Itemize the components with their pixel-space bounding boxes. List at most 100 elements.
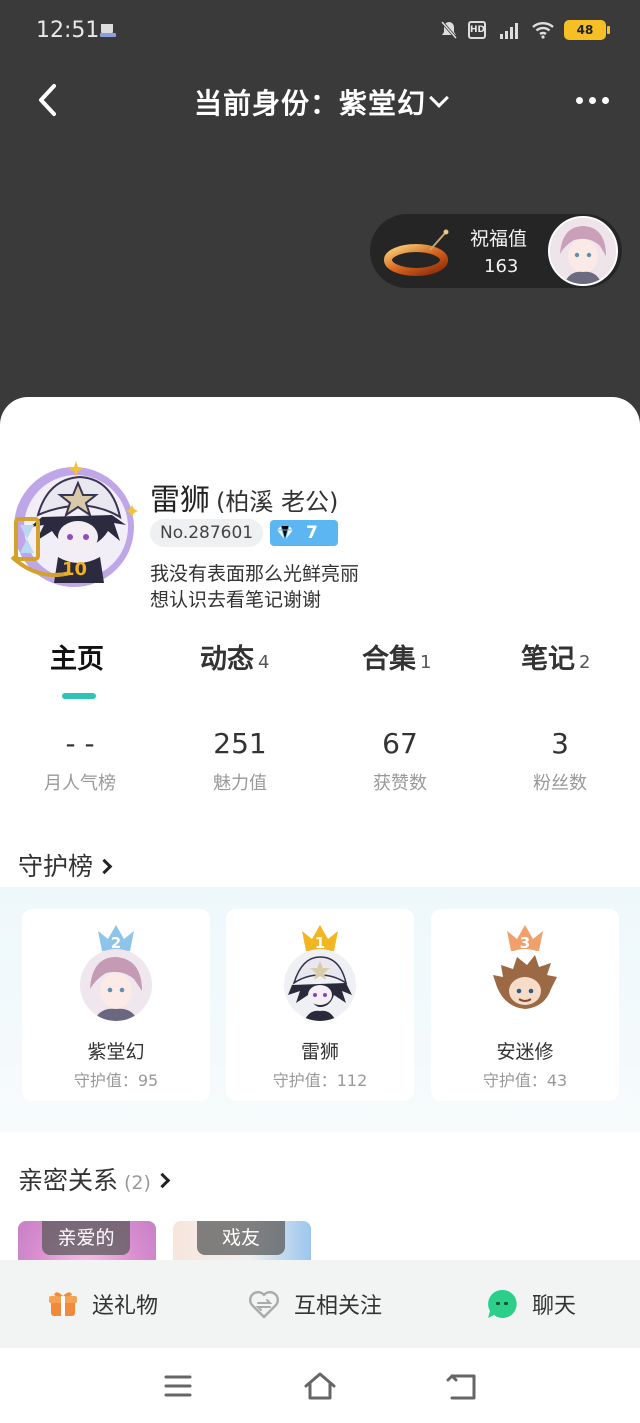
stat-label: 粉丝数 [533,773,587,794]
stat-value: 251 [213,727,267,760]
user-avatar-icon [284,949,356,1021]
guard-name: 安迷修 [496,1041,554,1063]
stat-charm[interactable]: 251 魅力值 [160,727,320,795]
blessing-value: 163 [484,256,519,277]
guard-card[interactable]: 3 安迷修 守护值：43 [431,909,619,1101]
page-title: 当前身份：紫堂幻 [193,87,426,120]
halo-ring-icon [384,229,449,276]
more-dot [588,96,596,104]
chat-button[interactable]: 聊天 [486,1286,576,1322]
tab-count: 1 [420,652,432,673]
guard-value: 守护值：112 [272,1071,368,1090]
more-dot [601,96,609,104]
mutual-follow-button[interactable]: 互相关注 [248,1286,382,1322]
stat-value: 67 [382,727,418,760]
tab-count: 2 [579,652,591,673]
user-id-badge[interactable]: No.287601 [150,519,264,547]
action-label: 互相关注 [294,1294,383,1319]
top-nav: 当前身份：紫堂幻 [0,64,640,136]
avatar-level-badge: 10 [62,559,87,580]
back-icon[interactable] [444,1368,480,1404]
section-title: 守护榜 [18,852,94,881]
stat-value: 3 [551,727,569,760]
tab-collections[interactable]: 合集 1 [362,637,431,676]
avatar[interactable] [489,949,561,1021]
display-name: 雷狮 [150,483,210,518]
relations-header[interactable]: 亲密关系 (2) [18,1161,171,1197]
more-options-button[interactable] [572,88,612,112]
avatar-frame-icon: 10 [10,461,138,587]
chevron-right-icon [154,1172,171,1189]
send-gift-button[interactable]: 送礼物 [48,1286,158,1322]
name-alias: (柏溪 老公) [216,488,339,516]
user-avatar-icon [80,949,152,1021]
active-tab-indicator [62,693,96,699]
chevron-down-icon [429,88,449,108]
mute-icon [440,21,458,39]
stat-label: 获赞数 [373,773,427,794]
status-time: 12:51 [36,18,100,43]
gift-icon [49,1292,77,1316]
stat-monthly-popularity[interactable]: - - 月人气榜 [0,727,160,795]
tab-notes[interactable]: 笔记 2 [521,637,590,676]
blessing-label: 祝福值 [470,228,528,250]
relations-count: (2) [124,1172,151,1194]
home-icon[interactable] [302,1368,338,1404]
user-avatar-icon [489,949,561,1021]
guard-list-header[interactable]: 守护榜 [18,847,113,883]
stats-row: - - 月人气榜 251 魅力值 67 获赞数 3 粉丝数 [0,727,640,807]
tab-label: 动态 [200,644,254,675]
status-bar: 12:51 HD 48 [0,0,640,64]
profile-avatar[interactable]: 10 [8,457,140,597]
section-title: 亲密关系 [18,1166,119,1195]
stat-label: 月人气榜 [44,773,116,794]
system-nav-bar [0,1348,640,1423]
avatar[interactable] [548,216,618,286]
level-number: 7 [306,523,318,543]
stat-fans[interactable]: 3 粉丝数 [480,727,640,795]
app-notification-icon [100,24,116,37]
action-label: 聊天 [532,1294,577,1319]
tab-moments[interactable]: 动态 4 [200,637,269,676]
menu-icon[interactable] [160,1368,196,1404]
heart-exchange-icon [249,1291,279,1319]
avatar[interactable] [284,949,356,1021]
relation-tag: 亲爱的 [42,1221,130,1255]
tab-label: 合集 [362,644,416,675]
tab-label: 主页 [50,644,104,675]
profile-name: 雷狮 (柏溪 老公) [150,475,338,519]
battery-icon: 48 [564,20,610,40]
relation-tag: 戏友 [197,1221,285,1255]
chevron-right-icon [96,858,113,875]
action-label: 送礼物 [92,1294,159,1319]
guard-card[interactable]: 2 紫堂幻 守护值：95 [22,909,210,1101]
profile-bio: 我没有表面那么光鲜亮丽 想认识去看笔记谢谢 [150,561,359,613]
blessing-badge[interactable]: 祝福值 163 [370,214,622,288]
status-icons: HD 48 [440,20,610,40]
bio-line: 想认识去看笔记谢谢 [150,589,322,611]
diamond-icon [277,525,293,542]
identity-switcher[interactable]: 当前身份：紫堂幻 [0,82,640,122]
wifi-icon [532,22,554,39]
guard-value: 守护值：95 [73,1071,159,1090]
tab-home[interactable]: 主页 [50,637,104,676]
profile-tabs: 主页 动态 4 合集 1 笔记 2 [0,637,640,707]
cellular-signal-icon [500,23,518,39]
guard-value: 守护值：43 [482,1071,568,1090]
guard-name: 紫堂幻 [87,1041,145,1063]
stat-value: - - [65,727,95,760]
guard-name: 雷狮 [300,1041,339,1063]
level-badge[interactable]: 7 [270,520,338,546]
tab-label: 笔记 [521,644,575,675]
bottom-action-bar: 送礼物 互相关注 聊天 [0,1260,640,1348]
hd-icon: HD [468,21,486,39]
more-dot [575,96,583,104]
stat-label: 魅力值 [213,773,267,794]
chat-icon [488,1289,517,1318]
tab-count: 4 [258,652,270,673]
avatar[interactable] [80,949,152,1021]
bio-line: 我没有表面那么光鲜亮丽 [150,563,360,585]
guard-card[interactable]: 1 雷狮 守护值：112 [226,909,414,1101]
user-avatar-icon [550,218,616,284]
stat-likes[interactable]: 67 获赞数 [320,727,480,795]
